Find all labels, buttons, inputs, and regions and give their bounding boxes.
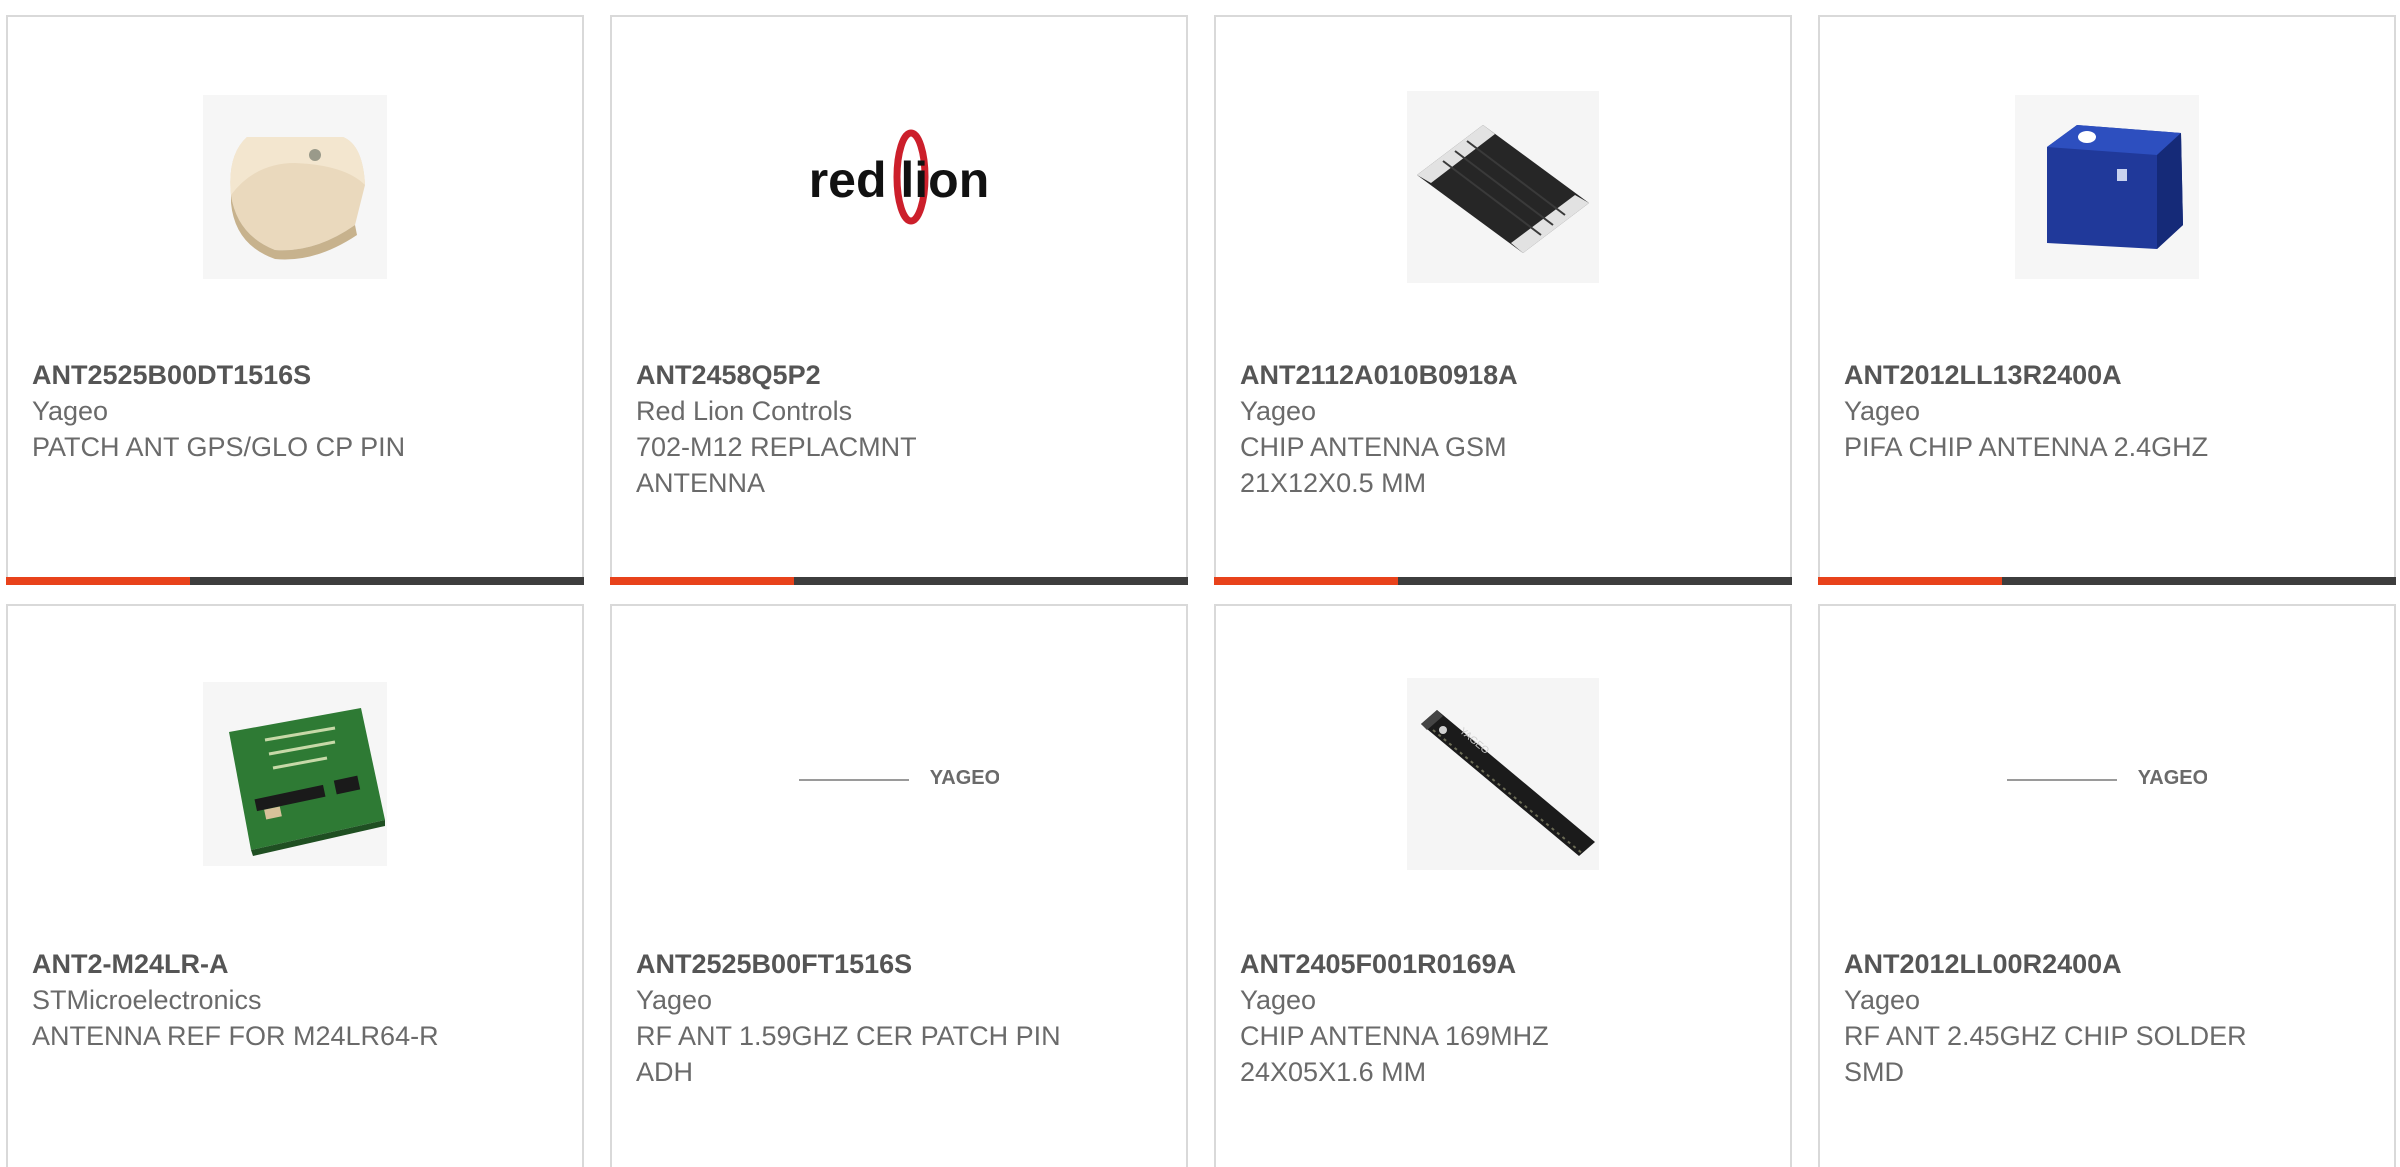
product-card[interactable]: ANT2-M24LR-A STMicroelectronics ANTENNA … [6, 604, 584, 1167]
product-image-yageo-logo[interactable]: YAGEO [2007, 674, 2207, 874]
product-card[interactable]: YAGEO ANT2525B00FT1516S Yageo RF ANT 1.5… [610, 604, 1188, 1167]
manufacturer-name: Yageo [1240, 396, 1317, 426]
part-number-link[interactable]: ANT2405F001R0169A [1240, 946, 1670, 982]
part-number-link[interactable]: ANT2458Q5P2 [636, 357, 1066, 393]
product-description: PIFA CHIP ANTENNA 2.4GHZ [1844, 432, 2209, 462]
product-description: RF ANT 1.59GHZ CER PATCH PIN ADH [636, 1021, 1061, 1087]
part-number-link[interactable]: ANT2525B00FT1516S [636, 946, 1066, 982]
card-footer-bar [1214, 577, 1792, 585]
product-image-blue-chip-antenna[interactable] [2007, 85, 2207, 285]
product-card[interactable]: YAGEO ANT2405F001R0169A Yageo CHIP ANTEN… [1214, 604, 1792, 1167]
card-footer-bar [1818, 577, 2396, 585]
manufacturer-name: Yageo [1844, 396, 1921, 426]
product-card[interactable]: ANT2112A010B0918A Yageo CHIP ANTENNA GSM… [1214, 15, 1792, 585]
card-accent-stripe [610, 577, 794, 585]
part-number-link[interactable]: ANT2112A010B0918A [1240, 357, 1670, 393]
manufacturer-name: Yageo [32, 396, 109, 426]
product-card[interactable]: YAGEO ANT2012LL00R2400A Yageo RF ANT 2.4… [1818, 604, 2396, 1167]
card-footer-bar [6, 577, 584, 585]
product-image-green-pcb-board[interactable] [195, 674, 395, 874]
product-description: CHIP ANTENNA GSM 21X12X0.5 MM [1240, 432, 1507, 498]
product-card[interactable]: ANT2525B00DT1516S Yageo PATCH ANT GPS/GL… [6, 15, 584, 585]
product-image-red-lion-logo[interactable]: red lion [799, 85, 999, 285]
card-accent-stripe [6, 577, 190, 585]
manufacturer-name: Yageo [1844, 985, 1921, 1015]
product-image-ceramic-patch-antenna[interactable] [195, 85, 395, 285]
yageo-logo-text: YAGEO [2138, 767, 2207, 789]
card-accent-stripe [1818, 577, 2002, 585]
product-card[interactable]: ANT2012LL13R2400A Yageo PIFA CHIP ANTENN… [1818, 15, 2396, 585]
product-description: PATCH ANT GPS/GLO CP PIN [32, 432, 406, 462]
card-footer-bar [610, 577, 1188, 585]
part-number-link[interactable]: ANT2-M24LR-A [32, 946, 462, 982]
manufacturer-name: Red Lion Controls [636, 396, 853, 426]
manufacturer-name: Yageo [1240, 985, 1317, 1015]
manufacturer-name: Yageo [636, 985, 713, 1015]
part-number-link[interactable]: ANT2525B00DT1516S [32, 357, 462, 393]
product-card[interactable]: red lion ANT2458Q5P2 Red Lion Controls 7… [610, 15, 1188, 585]
product-image-yageo-logo[interactable]: YAGEO [799, 674, 999, 874]
product-description: ANTENNA REF FOR M24LR64-R [32, 1021, 439, 1051]
part-number-link[interactable]: ANT2012LL13R2400A [1844, 357, 2274, 393]
yageo-logo-text: YAGEO [930, 767, 999, 789]
red-lion-logo-text: red lion [809, 152, 990, 208]
product-description: RF ANT 2.45GHZ CHIP SOLDER SMD [1844, 1021, 2247, 1087]
card-accent-stripe [1214, 577, 1398, 585]
product-grid: ANT2525B00DT1516S Yageo PATCH ANT GPS/GL… [0, 0, 2400, 1167]
manufacturer-name: STMicroelectronics [32, 985, 262, 1015]
product-image-black-chip-antenna[interactable] [1403, 85, 1603, 285]
part-number-link[interactable]: ANT2012LL00R2400A [1844, 946, 2274, 982]
product-description: CHIP ANTENNA 169MHZ 24X05X1.6 MM [1240, 1021, 1549, 1087]
product-image-long-black-chip-antenna[interactable]: YAGEO [1403, 674, 1603, 874]
product-description: 702-M12 REPLACMNT ANTENNA [636, 432, 917, 498]
